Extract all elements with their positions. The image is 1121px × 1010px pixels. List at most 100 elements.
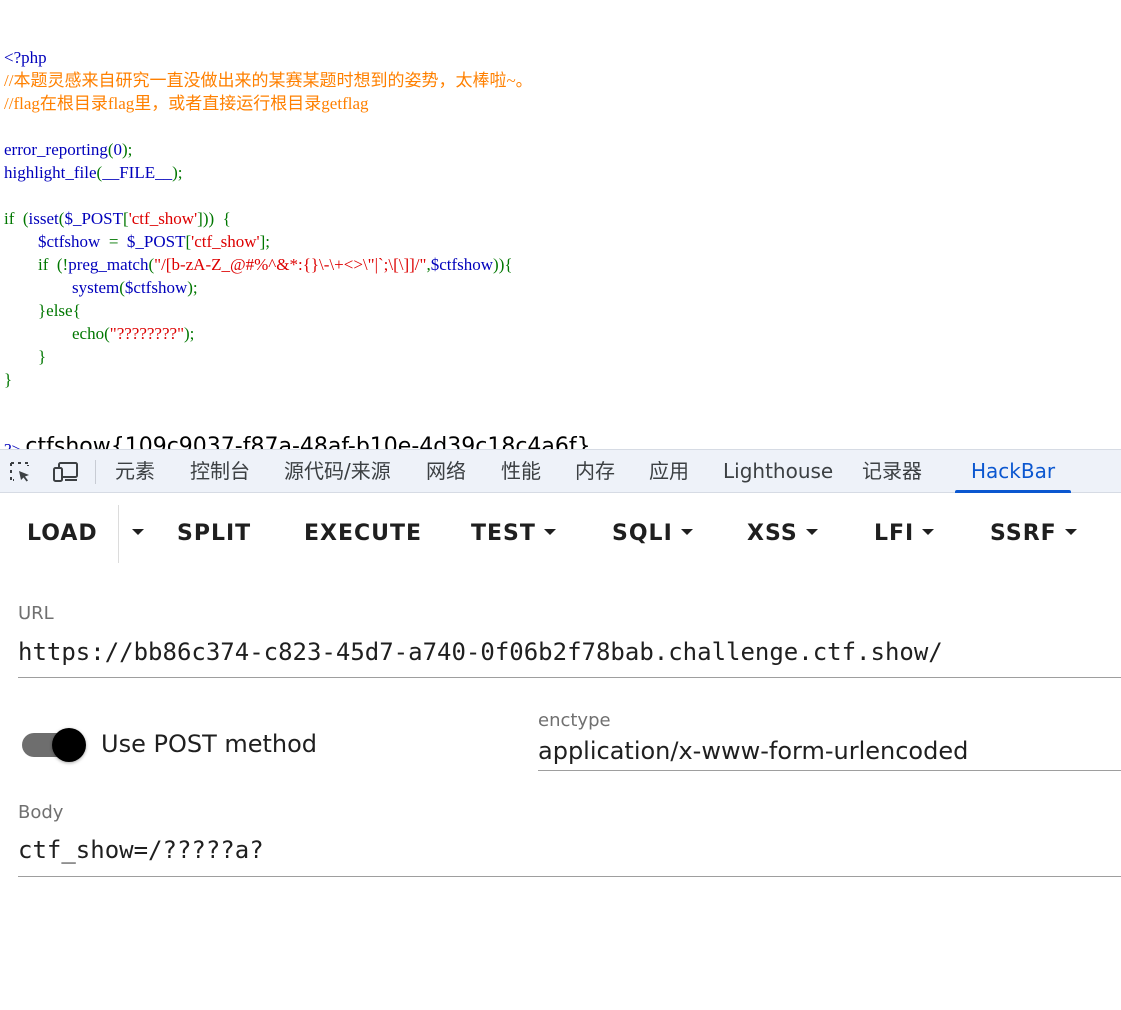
code-token: $ctfshow: [124, 278, 188, 297]
tab-sources[interactable]: 源代码/来源: [284, 450, 391, 493]
code-token: "/[b-zA-Z_@#%^&*:{}\-\+<>\"|`;\[\]]/": [154, 255, 427, 274]
execute-button[interactable]: EXECUTE: [304, 505, 422, 563]
enctype-label: enctype: [538, 710, 611, 731]
code-token: =: [108, 232, 127, 251]
code-token: }else{: [4, 301, 81, 320]
tab-elements[interactable]: 元素: [115, 450, 155, 493]
lfi-label: LFI: [874, 521, 915, 546]
tab-lighthouse[interactable]: Lighthouse: [723, 450, 833, 493]
code-token: $ctfshow: [430, 255, 494, 274]
url-underline: [18, 677, 1121, 678]
code-token: if (: [4, 209, 29, 228]
chevron-down-icon: [680, 529, 693, 535]
body-input[interactable]: ctf_show=/?????a?: [18, 836, 264, 864]
code-token: $_POST: [64, 209, 124, 228]
ssrf-menu-button[interactable]: SSRF: [990, 505, 1077, 563]
code-line: $ctfshow = $_POST['ctf_show'];: [4, 230, 1114, 253]
toolbar-separator: [95, 460, 96, 484]
code-token: //本题灵感来自研究一直没做出来的某赛某题时想到的姿势，太棒啦~。: [4, 71, 533, 90]
code-lines: <?php //本题灵感来自研究一直没做出来的某赛某题时想到的姿势，太棒啦~。 //…: [4, 46, 1114, 391]
enctype-select[interactable]: application/x-www-form-urlencoded: [538, 737, 968, 765]
sqli-menu-button[interactable]: SQLI: [612, 505, 693, 563]
code-token: 'ctf_show': [128, 209, 198, 228]
code-token: 'ctf_show': [191, 232, 260, 251]
code-line: <?php: [4, 46, 1114, 69]
ssrf-label: SSRF: [990, 521, 1057, 546]
xss-label: XSS: [747, 521, 798, 546]
code-line: }: [4, 368, 1114, 391]
code-token: system: [72, 278, 120, 297]
chevron-down-icon: [132, 529, 144, 535]
code-token: if (!: [4, 255, 69, 274]
code-token: );: [187, 278, 198, 297]
tab-performance[interactable]: 性能: [501, 450, 541, 493]
code-token: );: [122, 140, 133, 159]
post-method-toggle[interactable]: [22, 728, 86, 762]
lfi-menu-button[interactable]: LFI: [874, 505, 935, 563]
url-label: URL: [18, 603, 54, 624]
tab-memory[interactable]: 内存: [575, 450, 615, 493]
code-token: isset: [28, 209, 59, 228]
xss-menu-button[interactable]: XSS: [747, 505, 818, 563]
code-line: echo("????????");: [4, 322, 1114, 345]
devtools-tab-bar: 元素 控制台 源代码/来源 网络 性能 内存 应用 Lighthouse 记录器…: [0, 449, 1121, 493]
code-token: ];: [259, 232, 271, 251]
code-token: }: [4, 370, 13, 389]
code-token: );: [184, 324, 195, 343]
chevron-down-icon: [1064, 529, 1077, 535]
code-token: 0: [113, 140, 123, 159]
code-line: if (!preg_match("/[b-zA-Z_@#%^&*:{}\-\+<…: [4, 253, 1114, 276]
code-token: echo: [72, 324, 105, 343]
inspect-element-icon[interactable]: [8, 460, 32, 484]
tab-hackbar[interactable]: HackBar: [954, 450, 1072, 493]
toggle-knob: [52, 728, 86, 762]
body-underline: [18, 876, 1121, 877]
device-toolbar-icon[interactable]: [52, 460, 80, 484]
enctype-underline: [538, 770, 1121, 771]
code-token: preg_match: [68, 255, 149, 274]
code-token: __FILE__: [102, 163, 173, 182]
code-token: error_reporting: [4, 140, 108, 159]
tab-application[interactable]: 应用: [649, 450, 689, 493]
code-line: }else{: [4, 299, 1114, 322]
url-input[interactable]: https://bb86c374-c823-45d7-a740-0f06b2f7…: [18, 638, 943, 666]
code-line: //本题灵感来自研究一直没做出来的某赛某题时想到的姿势，太棒啦~。: [4, 69, 1114, 92]
code-token: $ctfshow: [38, 232, 109, 251]
code-line: error_reporting(0);: [4, 138, 1114, 161]
code-token: <?php: [4, 48, 47, 67]
code-line: if (isset($_POST['ctf_show'])) {: [4, 207, 1114, 230]
php-source-code: <?php //本题灵感来自研究一直没做出来的某赛某题时想到的姿势，太棒啦~。 //…: [4, 0, 1114, 483]
body-label: Body: [18, 802, 64, 823]
code-line: system($ctfshow);: [4, 276, 1114, 299]
code-token: }: [4, 347, 47, 366]
split-button[interactable]: SPLIT: [177, 505, 251, 563]
hackbar-toolbar: LOAD SPLIT EXECUTE TEST SQLI XSS LFI SSR…: [0, 505, 1121, 563]
post-method-label: Use POST method: [101, 730, 318, 758]
code-line: }: [4, 345, 1114, 368]
code-token: highlight_file: [4, 163, 97, 182]
load-dropdown-button[interactable]: [124, 505, 146, 563]
code-line: //flag在根目录flag里，或者直接运行根目录getflag: [4, 92, 1114, 115]
chevron-down-icon: [543, 529, 556, 535]
tab-console[interactable]: 控制台: [190, 450, 250, 493]
code-token: );: [172, 163, 183, 182]
code-token: "????????": [109, 324, 185, 343]
code-line: highlight_file(__FILE__);: [4, 161, 1114, 184]
sqli-label: SQLI: [612, 521, 673, 546]
chevron-down-icon: [805, 529, 818, 535]
load-button[interactable]: LOAD: [27, 505, 98, 563]
load-split-divider: [118, 505, 119, 563]
tab-recorder[interactable]: 记录器: [862, 450, 922, 493]
chevron-down-icon: [922, 529, 935, 535]
code-token: //flag在根目录flag里，或者直接运行根目录getflag: [4, 94, 369, 113]
test-menu-button[interactable]: TEST: [471, 505, 556, 563]
test-label: TEST: [471, 521, 536, 546]
tab-network[interactable]: 网络: [426, 450, 466, 493]
code-token: $_POST: [126, 232, 186, 251]
code-token: )){: [493, 255, 513, 274]
